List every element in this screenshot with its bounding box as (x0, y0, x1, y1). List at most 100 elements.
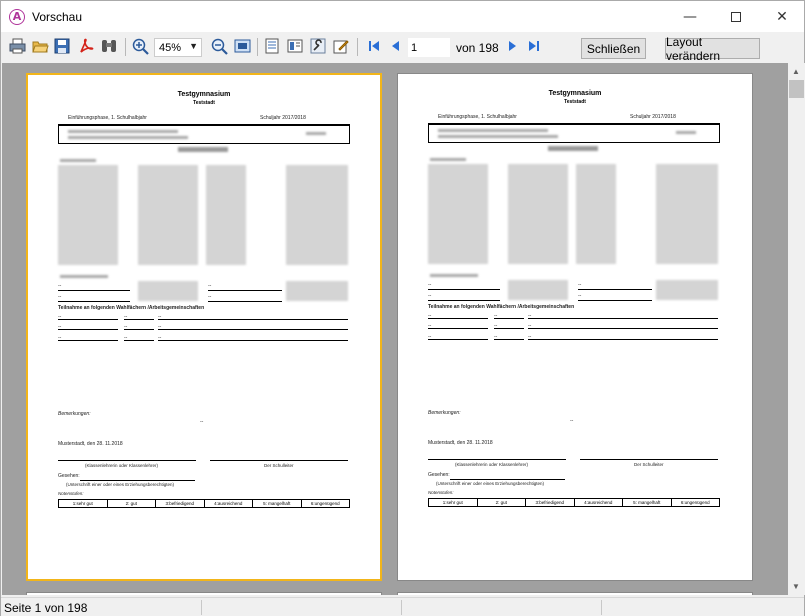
blurred-grades-left (508, 164, 568, 264)
scrollbar-thumb[interactable] (789, 80, 804, 98)
edit-pencil-icon[interactable] (332, 37, 350, 55)
preview-area[interactable]: Testgymnasium Teststadt Einführungsphase… (2, 63, 788, 595)
close-icon[interactable]: ✕ (759, 1, 805, 32)
page-number-input[interactable] (408, 38, 450, 57)
maximize-icon[interactable] (713, 1, 759, 32)
zoom-out-icon[interactable] (210, 37, 228, 55)
zoom-select[interactable]: 45% ▼ (154, 38, 202, 57)
blurred-student-details (68, 136, 188, 139)
line (58, 329, 118, 330)
line (428, 289, 500, 290)
blurred-class (676, 131, 696, 134)
previous-page-icon[interactable] (387, 37, 405, 55)
title-bar: A Vorschau — ✕ (1, 1, 804, 32)
grade-cell: 2: gut (478, 499, 526, 506)
principal-signature-line (580, 459, 718, 460)
teacher-signature-line (58, 460, 196, 461)
line (208, 301, 282, 302)
blurred-subjects-left (428, 164, 488, 264)
window-title: Vorschau (32, 9, 83, 24)
grades-label: Notenstufen: (58, 491, 84, 496)
guardian-signature-line (450, 479, 565, 480)
scroll-down-icon[interactable]: ▼ (792, 582, 800, 591)
page-count-label: von 198 (456, 41, 499, 55)
line (494, 318, 524, 319)
toolbar-separator (257, 38, 258, 56)
remarks-label: Bemerkungen: (58, 411, 91, 417)
close-preview-button[interactable]: Schließen (581, 38, 646, 59)
dash: -- (58, 294, 62, 300)
guardian-signature-line (80, 480, 195, 481)
print-icon[interactable] (8, 37, 26, 55)
line (428, 300, 500, 301)
phase-label: Einführungsphase, 1. Schulhalbjahr (68, 115, 147, 121)
preview-page-2[interactable]: Testgymnasium Teststadt Einführungsphase… (397, 73, 753, 581)
line (494, 339, 524, 340)
next-page-icon[interactable] (503, 37, 521, 55)
settings-wrench-icon[interactable] (309, 37, 327, 55)
grade-cell: 1:sehr gut (429, 499, 478, 506)
line (158, 319, 348, 320)
scroll-up-icon[interactable]: ▲ (792, 67, 800, 76)
blurred-elective-grades (508, 280, 568, 300)
grade-cell: 2: gut (108, 500, 156, 507)
save-icon[interactable] (53, 37, 71, 55)
open-folder-icon[interactable] (31, 37, 49, 55)
change-layout-button[interactable]: Layout verändern (665, 35, 760, 63)
blurred-grades-right (286, 165, 348, 265)
line (578, 300, 652, 301)
grade-cell: 6:ungenügend (680, 500, 710, 505)
minimize-icon[interactable]: — (667, 1, 713, 32)
line (58, 319, 118, 320)
seen-label: Gesehen: (428, 472, 450, 478)
teacher-signature-line (428, 459, 566, 460)
zoom-in-icon[interactable] (131, 37, 149, 55)
ag-heading: Teilnahme an folgenden Wahlfächern /Arbe… (58, 305, 205, 311)
line (208, 290, 282, 291)
app-icon: A (9, 8, 25, 25)
blurred-subjects-right (576, 164, 616, 264)
line (58, 301, 130, 302)
place-date: Musterstadt, den 28. 11.2018 (428, 440, 493, 446)
grade-cell: 6:ungenügend (310, 501, 340, 506)
line (158, 340, 348, 341)
line (528, 339, 718, 340)
line (528, 318, 718, 319)
grade-cell: 3:befriedigend (526, 499, 575, 506)
status-divider (201, 600, 202, 615)
ag-heading: Teilnahme an folgenden Wahlfächern /Arbe… (428, 304, 575, 310)
grade-scale-table: 1:sehr gut 2: gut 3:befriedigend 4:ausre… (58, 499, 350, 508)
grade-cell: 1:sehr gut (59, 500, 108, 507)
dash: -- (578, 282, 582, 288)
grade-scale-table: 1:sehr gut 2: gut 3:befriedigend 4:ausre… (428, 498, 720, 507)
last-page-icon[interactable] (525, 37, 543, 55)
line (428, 339, 488, 340)
preview-page-4[interactable] (397, 592, 753, 595)
line (124, 319, 154, 320)
line (428, 318, 488, 319)
pdf-icon[interactable] (77, 37, 95, 55)
blurred-elective-grades (138, 281, 198, 301)
line (428, 328, 488, 329)
status-page-label: Seite 1 von 198 (4, 601, 88, 615)
phase-label: Einführungsphase, 1. Schulhalbjahr (438, 114, 517, 120)
remarks-label: Bemerkungen: (428, 410, 461, 416)
line (124, 329, 154, 330)
vertical-scrollbar[interactable]: ▲ ▼ (788, 63, 805, 595)
guardian-label: (Unterschrift einer oder eines Erziehung… (436, 481, 545, 486)
layout-icon[interactable] (286, 37, 304, 55)
blurred-student-details (438, 135, 558, 138)
line (158, 329, 348, 330)
page-setup-icon[interactable] (263, 37, 281, 55)
teacher-label: (Klassenlehrerin oder Klassenlehrer) (455, 462, 529, 467)
preview-page-1[interactable]: Testgymnasium Teststadt Einführungsphase… (26, 73, 382, 581)
preview-page-3[interactable] (26, 592, 382, 595)
status-divider (401, 600, 402, 615)
blurred-heading (178, 147, 228, 152)
binoculars-icon[interactable] (100, 37, 118, 55)
line (58, 290, 130, 291)
fit-page-icon[interactable] (233, 37, 251, 55)
dash: -- (428, 282, 432, 288)
first-page-icon[interactable] (365, 37, 383, 55)
school-city: Teststadt (193, 100, 215, 106)
